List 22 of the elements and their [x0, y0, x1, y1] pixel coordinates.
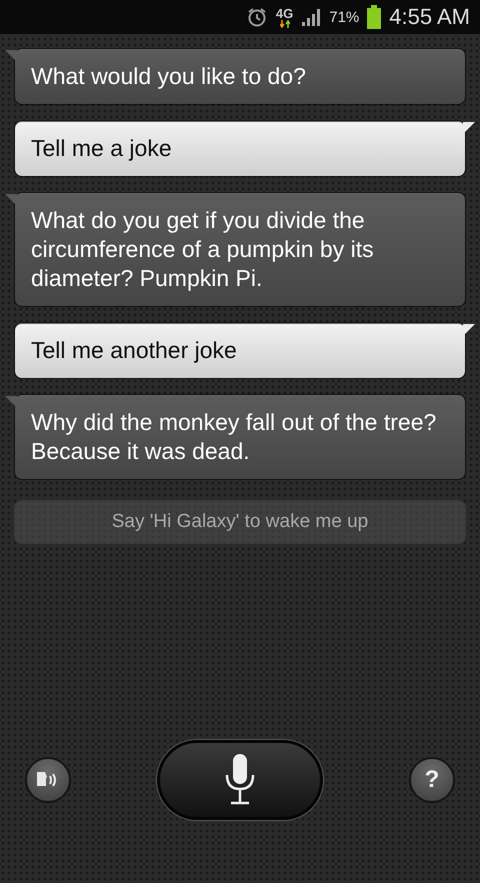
bubble-tail: [463, 122, 475, 134]
user-message: Tell me a joke: [14, 120, 466, 177]
battery-percent: 71%: [329, 8, 360, 26]
bubble-tail: [5, 396, 17, 408]
user-message: Tell me another joke: [14, 322, 466, 379]
microphone-icon: [224, 753, 256, 807]
assistant-message: What would you like to do?: [14, 48, 466, 105]
clock-time: 4:55 AM: [389, 4, 470, 30]
bubble-tail: [5, 50, 17, 62]
alarm-icon: [246, 6, 268, 28]
microphone-button[interactable]: [157, 740, 323, 820]
signal-icon: [301, 7, 322, 27]
wake-hint: Say 'Hi Galaxy' to wake me up: [14, 500, 466, 544]
data-arrows-icon: [280, 20, 290, 28]
bubble-tail: [463, 324, 475, 336]
voice-output-button[interactable]: [25, 757, 71, 803]
network-type: 4G: [276, 6, 294, 20]
help-button[interactable]: ?: [409, 757, 455, 803]
bubble-tail: [5, 194, 17, 206]
assistant-message: What do you get if you divide the circumference of a pumpkin by its diameter? Pumpkin Pi.: [14, 192, 466, 307]
battery-icon: [367, 5, 382, 29]
assistant-message: Why did the monkey fall out of the tree? Because it was dead.: [14, 394, 466, 480]
